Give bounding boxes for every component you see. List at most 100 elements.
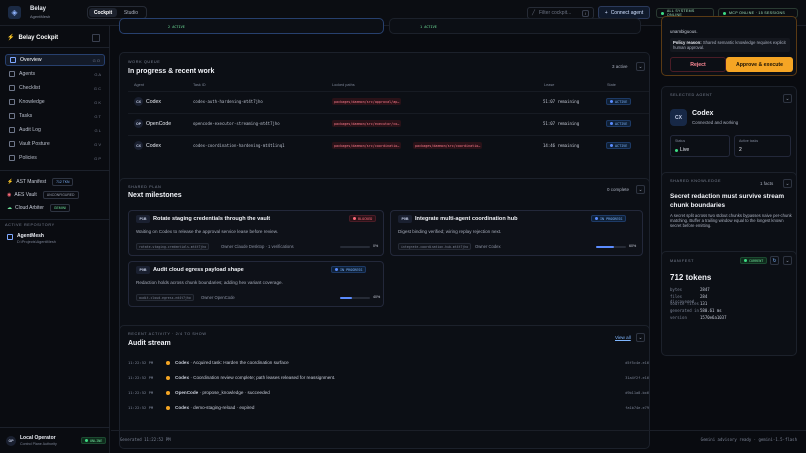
sidebar-item-knowledge[interactable]: Knowledge G K [5, 96, 105, 108]
nav-shortcut: G A [94, 71, 101, 77]
state-badge: ACTIVE [606, 120, 632, 127]
vault-icon [9, 141, 15, 147]
tab-cockpit[interactable]: Cockpit [89, 8, 117, 17]
progress-fill [340, 297, 352, 299]
sidebar-item-checklist[interactable]: Checklist G C [5, 82, 105, 94]
milestone-card[interactable]: P1B Rotate staging credentials through t… [128, 210, 384, 256]
audit-row[interactable]: 11:22:52 PM OpenCode · propose_knowledge … [128, 385, 649, 400]
state-text: IN PROGRESS [340, 267, 363, 272]
plus-icon: + [604, 9, 608, 16]
chevron-down-icon[interactable]: ⌄ [636, 333, 645, 342]
view-all-link[interactable]: View all [615, 335, 631, 340]
status-chip: UNCONFIGURED [42, 191, 79, 199]
sidebar-item-agents[interactable]: Agents G A [5, 68, 105, 80]
locked-path: packages/daemon/src/coordinatio… [332, 142, 402, 149]
reject-button[interactable]: Reject [670, 57, 726, 72]
selected-agent-name: Codex [692, 110, 714, 117]
manifest-row: version 1570e6a1037 [670, 315, 727, 320]
state-badge: ACTIVE [606, 98, 632, 105]
sidebar-item-tasks[interactable]: Tasks G T [5, 110, 105, 122]
chevron-down-icon[interactable]: ⌄ [783, 94, 792, 103]
mcp-status-text: MCP ONLINE · 15 SESSIONS [729, 11, 786, 15]
manifest-row: generated in 580.61 ms [670, 308, 722, 313]
selected-agent-sub: Connected and working [692, 120, 739, 125]
agent-card-cutoff[interactable]: 2 ACTIVE [119, 18, 384, 34]
tasks-tile-label: Active tasks [739, 139, 759, 143]
user-status-badge: ONLINE [81, 437, 107, 444]
refresh-icon[interactable]: ↻ [770, 256, 779, 265]
audit-hash: 31a4f2f-e16 [625, 375, 649, 380]
collapse-sidebar-icon[interactable] [92, 34, 100, 42]
sidebar-item-overview[interactable]: Overview G O [5, 54, 105, 66]
approve-execute-button[interactable]: Approve & execute [726, 57, 793, 72]
plan-count: 0 complete [607, 187, 630, 192]
milestone-description: Digest binding verified; wiring replay r… [398, 229, 502, 234]
sidebar-item-vault-posture[interactable]: Vault Posture G V [5, 138, 105, 150]
filter-placeholder: Filter cockpit... [539, 10, 572, 16]
audit-text: · Coordination review complete; path lea… [190, 375, 336, 380]
agent-card-cutoff[interactable]: 1 ACTIVE [389, 18, 641, 34]
audit-text: · demo-staging-reload · expired [190, 405, 255, 410]
policy-icon [9, 155, 15, 161]
state-text: ACTIVE [615, 121, 628, 126]
shared-plan-card: SHARED PLAN Next milestones 0 complete ⌄… [119, 178, 650, 338]
nav-label: Knowledge [19, 99, 45, 105]
repo-name[interactable]: AgentMesh [17, 233, 44, 239]
state-badge: ACTIVE [606, 142, 632, 149]
chevron-down-icon[interactable]: ⌄ [636, 62, 645, 71]
table-row[interactable]: CX Codex codex-coordination-hardening-mt… [128, 135, 649, 155]
tasks-icon [9, 113, 15, 119]
agent-avatar: CX [134, 141, 143, 150]
sidebar-item-policies[interactable]: Policies G P [5, 152, 105, 164]
nav-label: Audit Log [19, 127, 41, 133]
audit-agent: Codex [175, 360, 190, 365]
status-dot-icon [723, 11, 726, 15]
audit-row[interactable]: 11:22:52 PM Codex · Acquired task: Harden… [128, 355, 649, 370]
milestone-card[interactable]: P0B Integrate multi-agent coordination h… [390, 210, 643, 256]
avatar[interactable]: OP [6, 436, 16, 446]
tab-studio[interactable]: Studio [117, 8, 145, 17]
table-row[interactable]: OP OpenCode opencode-executor-streaming-… [128, 113, 649, 133]
divider [0, 427, 110, 428]
status-tile: Status Live [670, 135, 730, 157]
milestone-description: Redaction holds across chunk boundaries;… [136, 280, 283, 285]
status-chip: 712 TKN [52, 178, 74, 186]
audit-row[interactable]: 11:22:52 PM Codex · demo-staging-reload ·… [128, 400, 649, 415]
chevron-down-icon[interactable]: ⌄ [783, 256, 792, 265]
audit-time: 11:22:52 PM [128, 405, 154, 410]
event-dot-icon [166, 405, 170, 410]
sidebar-title-text: Belay Cockpit [18, 34, 59, 41]
nav-shortcut: G K [94, 99, 101, 105]
milestone-title: Audit cloud egress payload shape [153, 267, 244, 273]
milestone-owner: Owner Claude Desktop · 1 verifications [221, 244, 294, 249]
audit-hash: fa1b74e-e79 [625, 405, 649, 410]
manifest-value: 131 [700, 301, 708, 306]
status-dot-icon [661, 11, 664, 15]
milestone-card[interactable]: P0B Audit cloud egress payload shape IN … [128, 261, 384, 307]
milestone-slug: integrate-coordination-hub-mt4t7jho [398, 243, 472, 250]
event-dot-icon [166, 360, 170, 365]
task-id: codex-auth-hardening-mt4t7jho [193, 99, 263, 104]
table-row[interactable]: CX Codex codex-auth-hardening-mt4t7jho p… [128, 91, 649, 111]
sidebar-title: ⚡ Belay Cockpit [7, 34, 59, 42]
divider [0, 170, 110, 171]
agent-avatar: OP [134, 119, 143, 128]
sidebar: ⚡ Belay Cockpit Overview G O Agents G A Che… [0, 26, 110, 453]
chevron-down-icon[interactable]: ⌄ [783, 179, 792, 188]
ast-manifest-status: ⚡ AST Manifest 712 TKN [5, 177, 105, 187]
users-icon [9, 71, 15, 77]
locked-path: packages/daemon/src/coordinatio… [413, 142, 483, 149]
knowledge-count: 1 facts [760, 181, 774, 186]
sidebar-item-audit-log[interactable]: Audit Log G L [5, 124, 105, 136]
audit-text: · Acquired task: Harden the coordination… [190, 360, 289, 365]
event-dot-icon [166, 375, 170, 380]
audit-row[interactable]: 11:22:52 PM Codex · Coordination review c… [128, 370, 649, 385]
chevron-down-icon[interactable]: ⌄ [636, 185, 645, 194]
milestone-title: Rotate staging credentials through the v… [153, 216, 271, 222]
col-task-id: Task ID [193, 83, 206, 87]
nav-shortcut: G C [93, 85, 101, 91]
plan-title: Next milestones [128, 192, 182, 199]
folder-icon [7, 234, 13, 240]
nav-shortcut: G O [92, 57, 100, 63]
audit-time: 11:22:52 PM [128, 375, 154, 380]
